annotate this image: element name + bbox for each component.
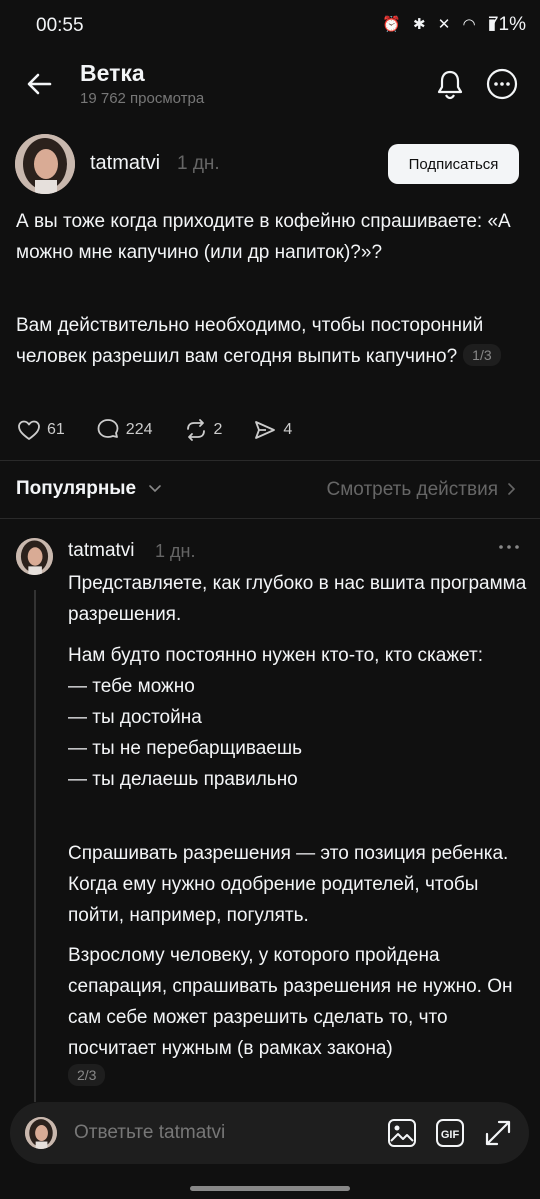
gif-label: GIF bbox=[441, 1129, 460, 1141]
battery-level: 71% bbox=[487, 14, 526, 35]
sort-dropdown[interactable]: Популярные bbox=[16, 478, 136, 500]
post-paragraph: Вам действительно необходимо, чтобы пост… bbox=[16, 310, 516, 372]
expand-icon[interactable] bbox=[482, 1117, 514, 1149]
reply-paragraph: Нам будто постоянно нужен кто-то, кто ск… bbox=[68, 640, 528, 795]
page-title: Ветка bbox=[80, 60, 145, 86]
avatar[interactable] bbox=[16, 538, 53, 575]
comment-button[interactable]: 224 bbox=[95, 417, 153, 443]
back-arrow-icon[interactable] bbox=[22, 66, 58, 102]
reply-paragraph: Спрашивать разрешения — это позиция ребе… bbox=[68, 843, 509, 926]
view-activity-link[interactable]: Смотреть действия bbox=[327, 479, 498, 501]
reply-line: — тебе можно bbox=[68, 676, 195, 697]
status-icons: ⏰ ✱ ✕ ◠ ▮ bbox=[382, 16, 500, 33]
repost-count: 2 bbox=[213, 421, 223, 438]
gif-icon[interactable]: GIF bbox=[434, 1117, 466, 1149]
page-indicator: 1/3 bbox=[463, 344, 501, 366]
post-paragraph-text: Вам действительно необходимо, чтобы пост… bbox=[16, 315, 484, 367]
post-actions: 61 224 2 4 bbox=[16, 416, 322, 444]
reply-line: — ты достойна bbox=[68, 707, 202, 728]
reply-username[interactable]: tatmatvi bbox=[68, 540, 135, 562]
page-indicator: 2/3 bbox=[68, 1064, 106, 1086]
repost-icon bbox=[186, 419, 205, 441]
home-indicator bbox=[190, 1186, 350, 1191]
chevron-right-icon[interactable] bbox=[504, 482, 518, 496]
heart-icon bbox=[18, 420, 40, 440]
reply-composer: GIF bbox=[10, 1102, 529, 1164]
like-count: 61 bbox=[47, 421, 65, 438]
divider bbox=[0, 460, 540, 461]
reply-line: — ты не перебарщиваешь bbox=[68, 738, 303, 759]
avatar[interactable] bbox=[15, 134, 75, 194]
thread-line bbox=[34, 590, 36, 1102]
reply-paragraph: Взрослому человеку, у которого пройдена … bbox=[68, 945, 513, 1059]
more-options-icon[interactable] bbox=[484, 66, 520, 102]
bell-icon[interactable] bbox=[432, 66, 468, 102]
status-time: 00:55 bbox=[36, 15, 84, 36]
reply-line: — ты делаешь правильно bbox=[68, 769, 298, 790]
share-button[interactable]: 4 bbox=[252, 417, 292, 443]
image-icon[interactable] bbox=[386, 1117, 418, 1149]
post-time: 1 дн. bbox=[177, 153, 220, 174]
post-paragraph: А вы тоже когда приходите в кофейню спра… bbox=[16, 211, 511, 263]
more-horizontal-icon[interactable] bbox=[498, 542, 520, 552]
post-username[interactable]: tatmatvi bbox=[90, 152, 160, 175]
thread-header: Ветка 19 762 просмотра bbox=[0, 52, 540, 122]
status-bar: 00:55 ⏰ ✱ ✕ ◠ ▮ 71% bbox=[0, 0, 540, 52]
reply-input[interactable] bbox=[74, 1118, 364, 1148]
divider bbox=[0, 518, 540, 519]
share-count: 4 bbox=[283, 421, 293, 438]
comment-icon bbox=[97, 419, 119, 438]
reply-time: 1 дн. bbox=[155, 541, 196, 561]
subscribe-button[interactable]: Подписаться bbox=[388, 144, 519, 184]
repost-button[interactable]: 2 bbox=[183, 417, 223, 443]
sort-row: Популярные Смотреть действия bbox=[0, 470, 540, 510]
avatar bbox=[25, 1117, 57, 1149]
reply-paragraph: Представляете, как глубоко в нас вшита п… bbox=[68, 573, 527, 625]
view-count: 19 762 просмотра bbox=[80, 90, 205, 107]
chevron-down-icon[interactable] bbox=[147, 480, 163, 496]
like-button[interactable]: 61 bbox=[16, 417, 65, 443]
send-icon bbox=[255, 421, 276, 439]
comment-count: 224 bbox=[125, 421, 153, 438]
reply-line: Нам будто постоянно нужен кто-то, кто ск… bbox=[68, 645, 483, 666]
